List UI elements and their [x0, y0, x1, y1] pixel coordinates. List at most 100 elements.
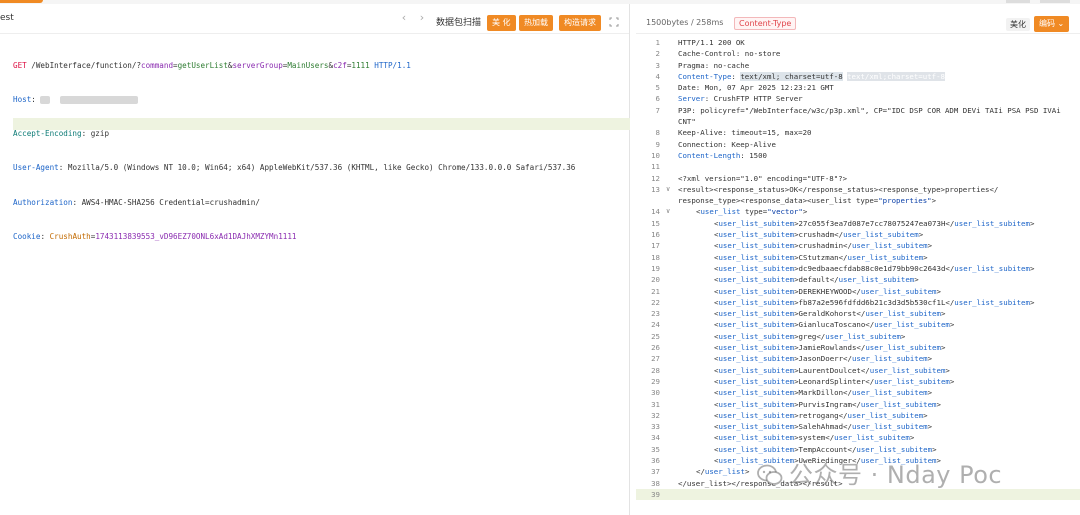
request-editor[interactable]: GET /WebInterface/function/?command=getU…: [13, 37, 575, 265]
response-line: 11: [636, 161, 1080, 172]
line-number: 21: [651, 286, 660, 296]
line-text: Server: CrushFTP HTTP Server: [678, 94, 803, 104]
expand-icon[interactable]: [609, 17, 619, 27]
chevron-down-icon: ⌄: [1057, 19, 1065, 28]
line-text: <user_list_subitem>crushadmin</user_list…: [714, 241, 933, 251]
line-number: 8: [655, 128, 660, 138]
line-number: 17: [651, 241, 660, 251]
line-text: <user_list_subitem>retrogang</user_list_…: [714, 410, 928, 420]
line-number: 37: [651, 467, 660, 477]
response-beautify-button[interactable]: 美化: [1006, 18, 1030, 31]
user-list-item: 30 <user_list_subitem>MarkDillon</user_li…: [636, 387, 1080, 398]
line-number: 13: [651, 184, 660, 194]
watermark-text: 公众号 · Nday Poc: [789, 461, 1003, 489]
line-number: 33: [651, 422, 660, 432]
response-pane: 1500bytes / 258ms Content-Type 美化 编码 ⌄ 1…: [636, 4, 1080, 515]
response-editor[interactable]: 1 HTTP/1.1 200 OK 2 Cache-Control: no-store…: [636, 37, 1080, 501]
line-number: 32: [651, 410, 660, 420]
authorization-header: Authorization: AWS4-HMAC-SHA256 Credenti…: [13, 197, 260, 207]
response-line: 9 Connection: Keep-Alive: [636, 139, 1080, 150]
user-list-item: 35 <user_list_subitem>TempAccount</user_l…: [636, 444, 1080, 455]
active-tab-indicator[interactable]: [0, 0, 43, 3]
request-line: GET /WebInterface/function/?command=getU…: [13, 60, 411, 70]
packet-scan-button[interactable]: 数据包扫描: [436, 15, 481, 28]
line-number: 14: [651, 207, 660, 217]
line-text: CNT": [678, 117, 696, 127]
line-text: <user_list_subitem>27c055f3ea7d087e7cc78…: [714, 218, 1035, 228]
user-list-item: 32 <user_list_subitem>retrogang</user_lis…: [636, 410, 1080, 421]
response-line: 8 Keep-Alive: timeout=15, max=20: [636, 127, 1080, 138]
user-list-item: 21 <user_list_subitem>DEREKHEYWOOD</user_…: [636, 286, 1080, 297]
user-list-item: 17 <user_list_subitem>crushadmin</user_li…: [636, 240, 1080, 251]
line-number: 9: [655, 139, 660, 149]
response-line: 2 Cache-Control: no-store: [636, 48, 1080, 59]
line-text: <user_list_subitem>fb87a2e596fdfdd6b21c3…: [714, 297, 1035, 307]
line-number: 31: [651, 399, 660, 409]
response-size: 1500bytes / 258ms: [646, 18, 724, 27]
top-button-2[interactable]: [1040, 0, 1070, 3]
user-agent-header: User-Agent: Mozilla/5.0 (Windows NT 10.0…: [13, 163, 576, 173]
line-number: 24: [651, 320, 660, 330]
line-number: 27: [651, 354, 660, 364]
user-list-item: 28 <user_list_subitem>LaurentDoulcet</use…: [636, 365, 1080, 376]
line-number: 3: [655, 60, 660, 70]
line-text: </user_list>: [696, 467, 750, 477]
line-number: 36: [651, 455, 660, 465]
line-text: <user_list_subitem>JasonDoerr</user_list…: [714, 354, 933, 364]
line-text: response_type><response_data><user_list …: [678, 196, 937, 206]
user-list-item: 29 <user_list_subitem>LeonardSplinter</us…: [636, 376, 1080, 387]
line-text: HTTP/1.1 200 OK: [678, 38, 745, 47]
line-text: <user_list_subitem>DEREKHEYWOOD</user_li…: [714, 286, 941, 296]
line-number: 5: [655, 83, 660, 93]
line-number: 25: [651, 331, 660, 341]
content-type-tag[interactable]: Content-Type: [734, 17, 797, 30]
beautify-button[interactable]: 美 化: [487, 15, 516, 31]
line-text: <user_list_subitem>TempAccount</user_lis…: [714, 444, 937, 454]
line-number: 39: [651, 489, 660, 499]
status-line: 1 HTTP/1.1 200 OK: [636, 37, 1080, 48]
encoding-dropdown[interactable]: 编码 ⌄: [1034, 16, 1070, 32]
line-number: 1: [655, 38, 660, 47]
user-list-item: 24 <user_list_subitem>GianlucaToscano</us…: [636, 319, 1080, 330]
user-list-item: 27 <user_list_subitem>JasonDoerr</user_li…: [636, 353, 1080, 364]
line-number: 10: [651, 150, 660, 160]
response-line: 5 Date: Mon, 07 Apr 2025 12:23:21 GMT: [636, 82, 1080, 93]
response-line: response_type><response_data><user_list …: [636, 195, 1080, 206]
current-line-highlight: [13, 118, 630, 130]
line-number: 29: [651, 376, 660, 386]
line-text: Connection: Keep-Alive: [678, 139, 776, 149]
line-number: 20: [651, 275, 660, 285]
fold-chevron-icon[interactable]: ∨: [666, 206, 670, 217]
user-list-item: 16 <user_list_subitem>crushadm</user_list…: [636, 229, 1080, 240]
top-button-1[interactable]: [1006, 0, 1030, 3]
fold-chevron-icon[interactable]: ∨: [666, 184, 670, 195]
line-text: <user_list_subitem>greg</user_list_subit…: [714, 331, 906, 341]
next-arrow-icon[interactable]: ›: [416, 11, 428, 24]
line-text: Cache-Control: no-store: [678, 49, 781, 59]
current-line: 39: [636, 488, 1080, 501]
line-text: <user_list_subitem>JamieRowlands</user_l…: [714, 343, 946, 353]
response-line: 10 Content-Length: 1500: [636, 150, 1080, 161]
hot-load-button[interactable]: 热加载: [519, 15, 553, 31]
line-text: <result><response_status>OK</response_st…: [678, 184, 999, 194]
line-text: <user_list_subitem>CStutzman</user_list_…: [714, 252, 928, 262]
line-number: 23: [651, 309, 660, 319]
user-list-item: 19 <user_list_subitem>dc9edbaaecfdab88c0e…: [636, 263, 1080, 274]
response-line: 13 ∨ <result><response_status>OK</response…: [636, 184, 1080, 195]
line-number: 16: [651, 230, 660, 240]
user-list-item: 18 <user_list_subitem>CStutzman</user_lis…: [636, 252, 1080, 263]
content-type-line: 4 Content-Type: text/xml; charset=utf-8 t…: [636, 71, 1080, 82]
line-number: 15: [651, 218, 660, 228]
line-number: 35: [651, 444, 660, 454]
response-line: 12 <?xml version="1.0" encoding="UTF-8"?>: [636, 173, 1080, 184]
response-line: CNT": [636, 116, 1080, 127]
line-text: Pragma: no-cache: [678, 60, 750, 70]
build-request-button[interactable]: 构造请求: [559, 15, 601, 31]
line-number: 34: [651, 433, 660, 443]
response-line: 14 ∨ <user_list type="vector">: [636, 206, 1080, 217]
user-list-item: 26 <user_list_subitem>JamieRowlands</user…: [636, 342, 1080, 353]
response-line: 6 Server: CrushFTP HTTP Server: [636, 93, 1080, 104]
line-number: 22: [651, 297, 660, 307]
line-text: Content-Length: 1500: [678, 150, 767, 160]
prev-arrow-icon[interactable]: ‹: [398, 11, 410, 24]
